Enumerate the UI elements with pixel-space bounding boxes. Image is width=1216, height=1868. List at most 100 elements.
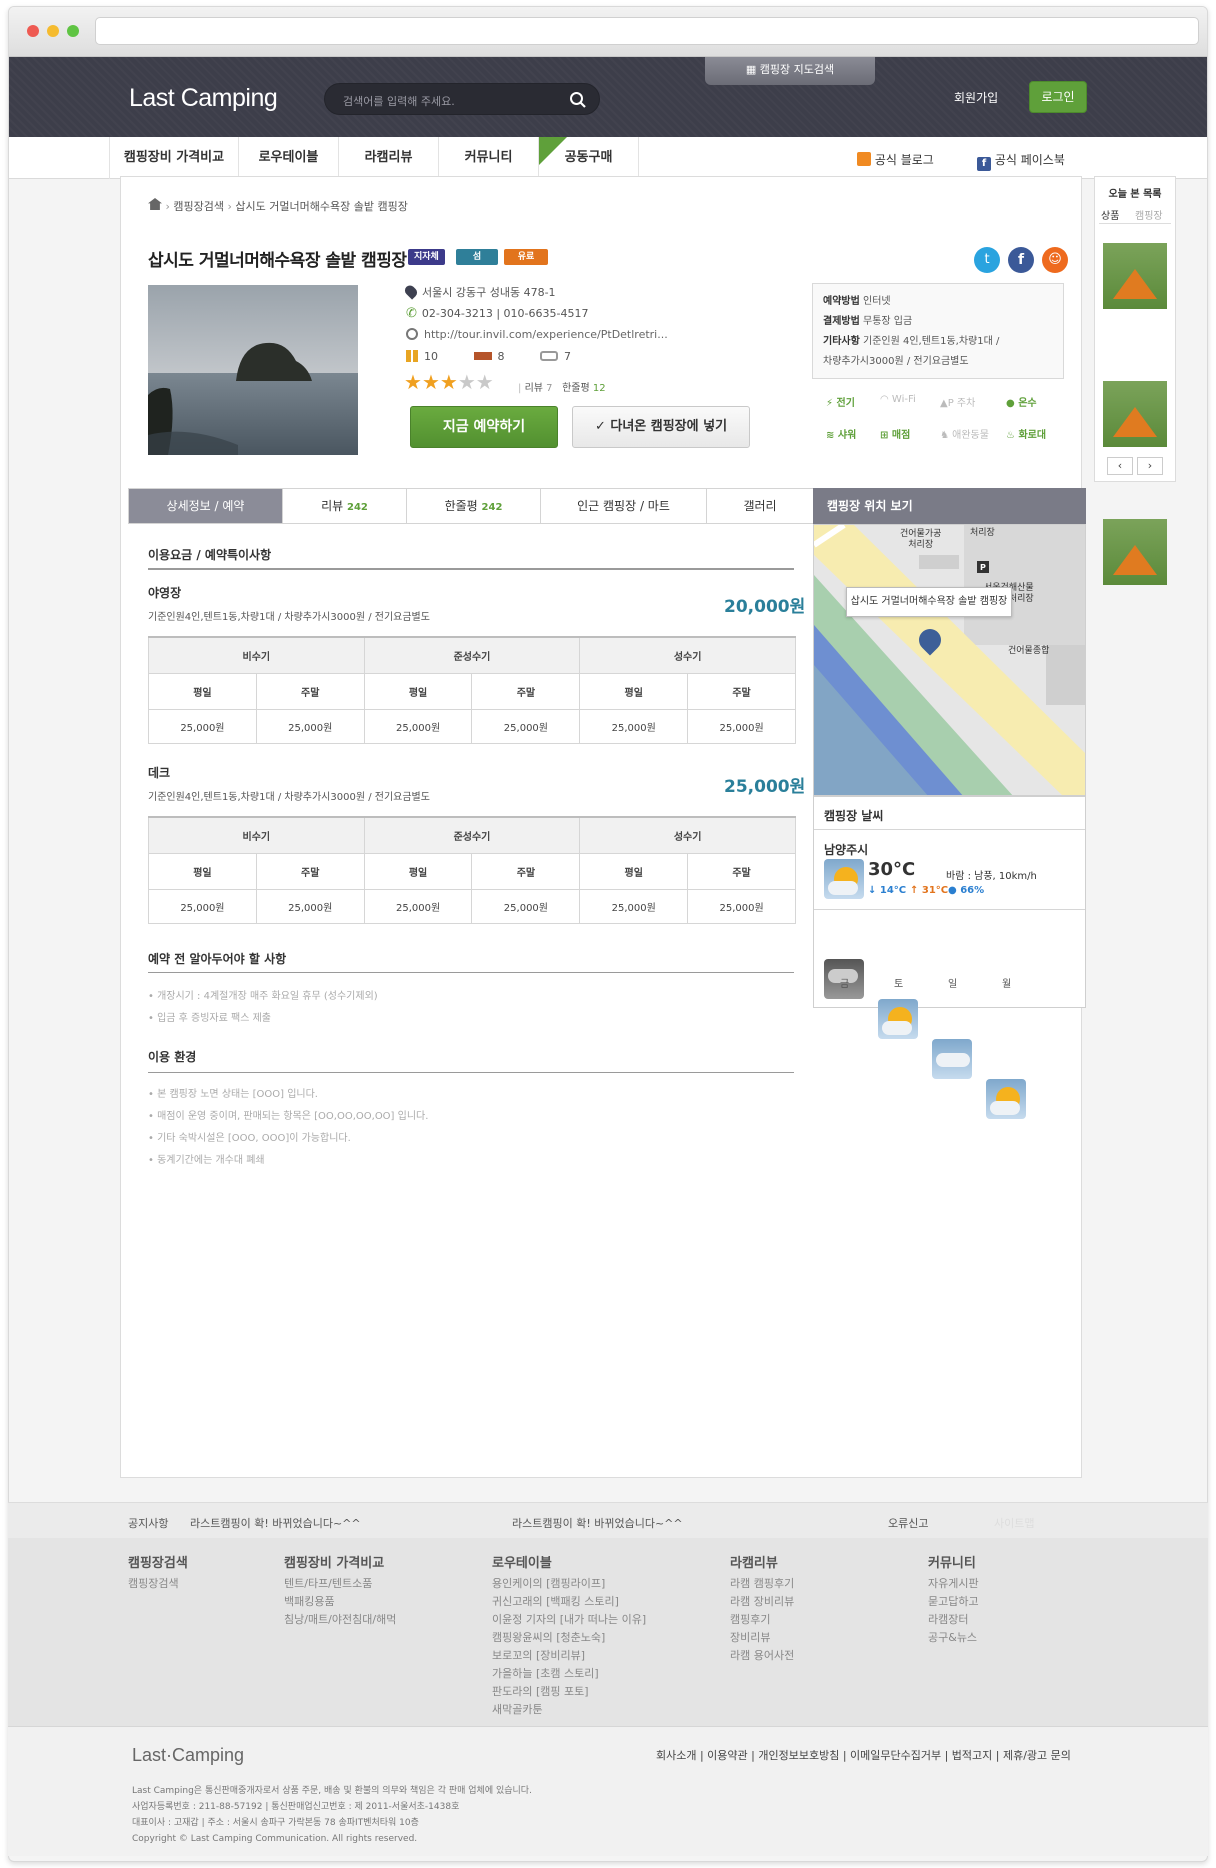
footer-column-head: 라캠리뷰 <box>730 1556 778 1571</box>
address-bar[interactable] <box>95 17 1199 45</box>
sitemap-link[interactable]: 사이트맵 <box>994 1515 1034 1531</box>
forecast-day: 토 <box>894 979 904 990</box>
recently-viewed-panel: 오늘 본 목록 상품 캠핑장 ‹ › <box>1094 176 1176 585</box>
nav-item-review[interactable]: 라캠리뷰 <box>339 137 439 179</box>
footer-link[interactable]: 판도라의 [캠핑 포토] <box>492 1683 646 1701</box>
recent-item-thumb[interactable] <box>1103 519 1167 585</box>
deck-name: 데크 <box>148 766 171 780</box>
site-logo[interactable]: Last Camping <box>129 84 278 113</box>
nav-item-low-table[interactable]: 로우테이블 <box>239 137 339 179</box>
camp-url-link[interactable]: http://tour.invil.com/experience/PtDetlr… <box>424 328 668 341</box>
notice-link[interactable]: 라스트캠핑이 확! 바뀌었습니다~^^ <box>190 1515 361 1531</box>
breadcrumb-item[interactable]: 캠핑장검색 <box>173 200 224 213</box>
price-table-deck: 비수기 준성수기 성수기 평일 주말 평일 주말 평일 주말 25,000원 25,000원 25… <box>148 816 796 924</box>
site-counts-row: 10 8 7 <box>406 350 576 363</box>
weather-high: ↑ 31°C <box>910 885 949 896</box>
minimize-window-icon[interactable] <box>47 25 59 37</box>
recent-tab-products[interactable]: 상품 <box>1101 207 1119 222</box>
star-filled-icon: ★ <box>439 370 458 394</box>
location-map[interactable]: P 건어물가공처리장 처리장 서울건해산물처리장 건어물종합 삽시도 거멀너머해… <box>813 524 1086 796</box>
footer-link[interactable]: 라캠 장비리뷰 <box>730 1593 794 1611</box>
map-search-tab[interactable]: ▦ 캠핑장 지도검색 <box>705 57 875 85</box>
footer-link[interactable]: 용인케이의 [캠핑라이프] <box>492 1575 646 1593</box>
site-header: Last Camping 검색어를 입력해 주세요. ▦ 캠핑장 지도검색 회원… <box>9 57 1207 137</box>
lightning-icon: ⚡ <box>826 398 837 409</box>
tab-oneline[interactable]: 한줄평 242 <box>407 489 541 523</box>
footer-column: 캠핑장검색 캠핑장검색 <box>128 1552 188 1593</box>
tab-count: 242 <box>481 502 503 513</box>
add-visited-button[interactable]: ✓ 다녀온 캠핑장에 넣기 <box>572 406 750 448</box>
recent-item-thumb[interactable] <box>1103 381 1167 447</box>
official-blog-link[interactable]: 공식 블로그 <box>857 151 934 168</box>
footer-link[interactable]: 라캠장터 <box>928 1611 979 1629</box>
footer-links[interactable]: 회사소개 | 이용약관 | 개인정보보호방침 | 이메일무단수집거부 | 법적고… <box>656 1747 1071 1763</box>
notice-link[interactable]: 라스트캠핑이 확! 바뀌었습니다~^^ <box>512 1515 683 1531</box>
footer-link[interactable]: 침낭/매트/야전침대/해먹 <box>284 1611 396 1629</box>
footer-link[interactable]: 가을하늘 [초캠 스토리] <box>492 1665 646 1683</box>
search-icon[interactable] <box>569 91 587 109</box>
twitter-icon[interactable]: t <box>974 247 1000 273</box>
method-label: 예약방법 <box>823 296 860 307</box>
next-arrow-icon[interactable]: › <box>1137 457 1163 475</box>
facebook-share-icon[interactable]: f <box>1008 247 1034 273</box>
footer-column: 커뮤니티 자유게시판 묻고답하고 라캠장터 공구&뉴스 <box>928 1552 979 1647</box>
footer-link[interactable]: 귀신고래의 [백패킹 스토리] <box>492 1593 646 1611</box>
home-icon[interactable] <box>148 198 162 210</box>
footer-link[interactable]: 라캠 캠핑후기 <box>730 1575 794 1593</box>
footer-link[interactable]: 라캠 용어사전 <box>730 1647 794 1665</box>
day-header: 평일 <box>579 852 689 890</box>
footer-link[interactable]: 자유게시판 <box>928 1575 979 1593</box>
tab-gallery[interactable]: 갤러리 <box>707 489 813 523</box>
weather-temp: 30°C <box>868 859 916 880</box>
nav-item-group-buy[interactable]: 공동구매 <box>539 137 639 179</box>
maximize-window-icon[interactable] <box>67 25 79 37</box>
footer-link[interactable]: 캠핑후기 <box>730 1611 794 1629</box>
reserve-now-button[interactable]: 지금 예약하기 <box>410 406 558 448</box>
list-item: • 입금 후 증빙자료 팩스 제출 <box>148 1013 271 1024</box>
footer-link[interactable]: 묻고답하고 <box>928 1593 979 1611</box>
blog-label: 공식 블로그 <box>874 153 934 167</box>
price-cell: 25,000원 <box>471 708 581 744</box>
prev-arrow-icon[interactable]: ‹ <box>1107 457 1133 475</box>
facebook-label: 공식 페이스북 <box>994 153 1065 167</box>
browser-chrome <box>9 7 1207 57</box>
footer-link[interactable]: 백패킹용품 <box>284 1593 396 1611</box>
camp-title: 삽시도 거멀너머해수욕장 솔밭 캠핑장 <box>148 251 407 271</box>
footer-link[interactable]: 캠핑왕윤씨의 [청춘노숙] <box>492 1629 646 1647</box>
price-cell: 25,000원 <box>255 708 365 744</box>
footer-link[interactable]: 공구&뉴스 <box>928 1629 979 1647</box>
report-error-link[interactable]: 오류신고 <box>888 1515 928 1531</box>
camp-photo[interactable] <box>148 285 358 455</box>
footer-link[interactable]: 새막골카툰 <box>492 1701 646 1719</box>
login-button[interactable]: 로그인 <box>1029 81 1087 113</box>
map-popup: 삽시도 거멀너머해수욕장 솔밭 캠핑장 <box>846 587 1012 617</box>
recent-tab-camps[interactable]: 캠핑장 <box>1135 207 1163 222</box>
campsite-name: 야영장 <box>148 586 182 600</box>
footer-link[interactable]: 이윤정 기자의 [내가 떠나는 이유] <box>492 1611 646 1629</box>
campsite-price: 20,000원 <box>724 597 806 617</box>
search-input[interactable]: 검색어를 입력해 주세요. <box>324 83 600 115</box>
recent-item-thumb[interactable] <box>1103 243 1167 309</box>
tab-nearby[interactable]: 인근 캠핑장 / 마트 <box>541 489 707 523</box>
official-facebook-link[interactable]: f 공식 페이스북 <box>977 151 1065 171</box>
footer-info: Last·Camping 회사소개 | 이용약관 | 개인정보보호방침 | 이메… <box>8 1726 1208 1856</box>
breadcrumb-current: 삽시도 거멀너머해수욕장 솔밭 캠핑장 <box>235 200 408 213</box>
deck-price: 25,000원 <box>724 777 806 797</box>
map-search-label: 캠핑장 지도검색 <box>759 63 835 76</box>
payment-value: 무통장 입금 <box>863 316 913 327</box>
day-header: 주말 <box>471 852 581 890</box>
nav-item-group-buy-label: 공동구매 <box>564 150 613 165</box>
basket-icon: ⊞ <box>880 430 892 441</box>
footer-link[interactable]: 보로꼬의 [장비리뷰] <box>492 1647 646 1665</box>
nav-item-community[interactable]: 커뮤니티 <box>439 137 539 179</box>
tab-review[interactable]: 리뷰 242 <box>283 489 407 523</box>
day-header: 주말 <box>471 672 581 710</box>
footer-link[interactable]: 장비리뷰 <box>730 1629 794 1647</box>
footer-link[interactable]: 캠핑장검색 <box>128 1575 188 1593</box>
join-link[interactable]: 회원가입 <box>954 89 998 106</box>
kakao-share-icon[interactable]: ☺ <box>1042 247 1068 273</box>
footer-link[interactable]: 텐트/타프/텐트소품 <box>284 1575 396 1593</box>
tab-detail[interactable]: 상세정보 / 예약 <box>129 489 283 523</box>
nav-item-price-compare[interactable]: 캠핑장비 가격비교 <box>109 137 239 179</box>
close-window-icon[interactable] <box>27 25 39 37</box>
